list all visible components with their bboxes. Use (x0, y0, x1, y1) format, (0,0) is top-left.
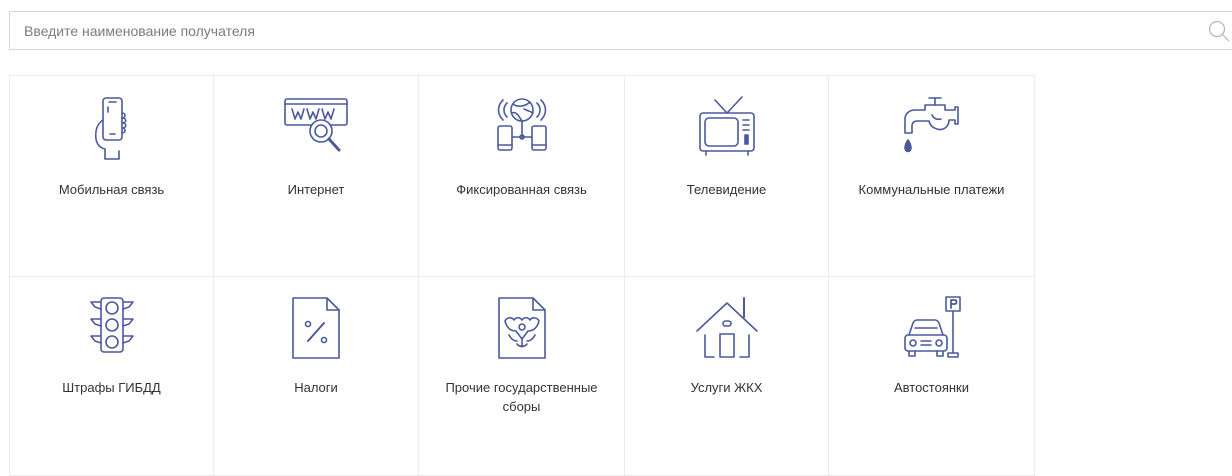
category-tv[interactable]: Телевидение (625, 76, 829, 277)
category-utilities[interactable]: Коммунальные платежи (829, 76, 1035, 277)
category-parking[interactable]: Автостоянки (829, 277, 1035, 476)
category-fixed-line[interactable]: Фиксированная связь (419, 76, 625, 277)
category-traffic-fines[interactable]: Штрафы ГИБДД (10, 277, 214, 476)
category-taxes[interactable]: Налоги (214, 277, 419, 476)
www-search-icon (281, 93, 351, 163)
fixed-network-icon (487, 93, 557, 163)
category-label: Штрафы ГИБДД (62, 380, 161, 395)
category-label: Налоги (294, 380, 338, 395)
category-label: Мобильная связь (58, 182, 165, 197)
state-emblem-document-icon (487, 295, 557, 365)
category-label: Интернет (287, 182, 345, 197)
category-label: Телевидение (686, 182, 767, 197)
category-mobile[interactable]: Мобильная связь (10, 76, 214, 277)
category-label: Коммунальные платежи (858, 182, 1005, 197)
tv-icon (692, 93, 762, 163)
category-label: Фиксированная связь (456, 182, 587, 197)
search-bar (9, 11, 1232, 50)
water-tap-icon (897, 93, 967, 163)
search-input[interactable] (10, 12, 1190, 49)
mobile-phone-icon (77, 93, 147, 163)
payment-categories-grid: Мобильная связь Интернет Фиксированная с… (9, 75, 1035, 476)
category-label: Услуги ЖКХ (690, 380, 763, 395)
category-label: Прочие государственные сборы (445, 380, 598, 414)
search-icon[interactable] (1208, 20, 1230, 42)
car-parking-icon (897, 295, 967, 365)
category-state-fees[interactable]: Прочие государственные сборы (419, 277, 625, 476)
traffic-light-icon (77, 295, 147, 365)
category-housing-services[interactable]: Услуги ЖКХ (625, 277, 829, 476)
house-icon (692, 295, 762, 365)
category-label: Автостоянки (893, 380, 970, 395)
category-internet[interactable]: Интернет (214, 76, 419, 277)
tax-document-icon (281, 295, 351, 365)
